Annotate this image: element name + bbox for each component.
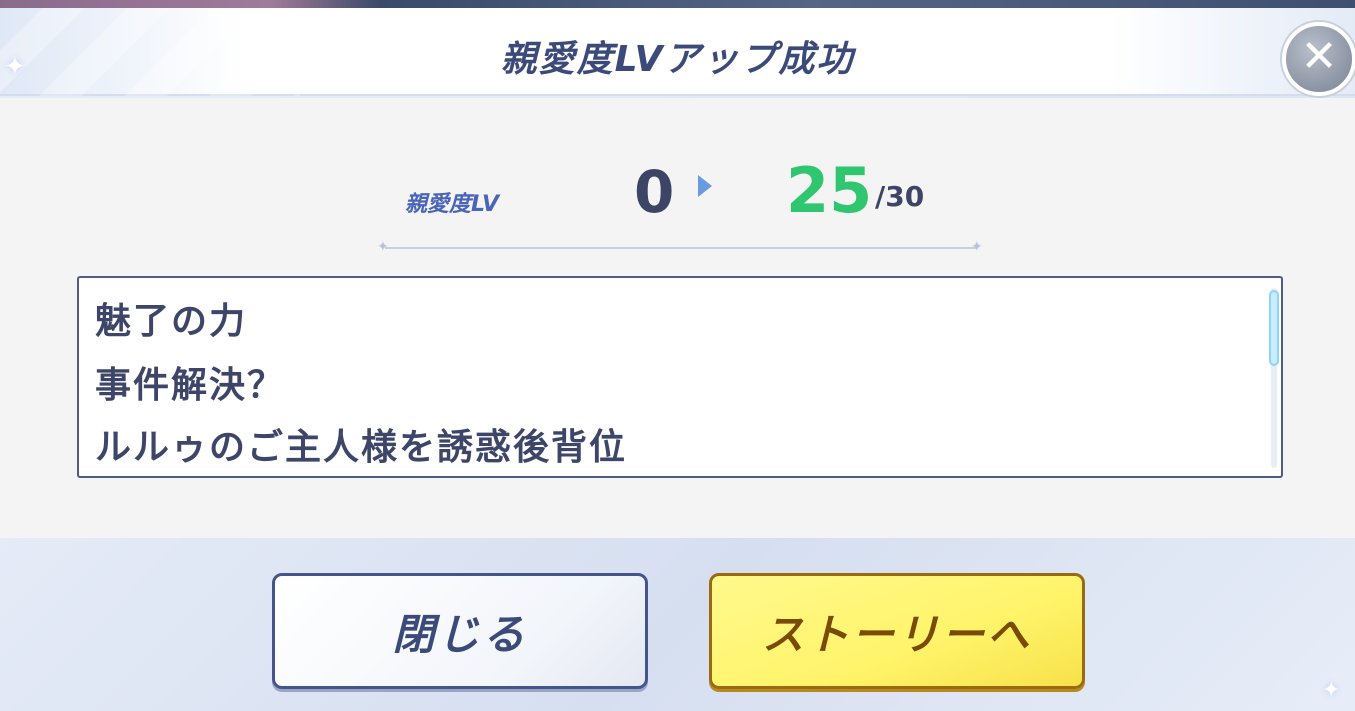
list-item: 魅了の力: [95, 301, 248, 342]
max-level: /30: [875, 180, 925, 213]
unlocked-story-list[interactable]: 魅了の力 事件解決？ ルルゥのご主人様を誘惑後背位: [77, 276, 1283, 478]
affinity-level-label: 親愛度LV: [405, 192, 500, 217]
list-item: ルルゥのご主人様を誘惑後背位: [95, 427, 628, 468]
dialog-title: 親愛度LVアップ成功: [500, 39, 855, 80]
sparkle-icon: ✦: [1322, 678, 1341, 703]
background-strip: [0, 0, 1355, 8]
new-level: 25: [786, 154, 873, 227]
list-item: 事件解決？: [95, 365, 286, 406]
arrow-right-icon: [698, 175, 712, 197]
divider-sparkle-icon: ✦: [377, 239, 389, 255]
dialog-footer: ✦: [0, 538, 1355, 711]
close-dialog-button[interactable]: 閉じる: [272, 573, 648, 689]
divider-sparkle-icon: ✦: [971, 239, 983, 255]
previous-level: 0: [634, 158, 675, 226]
go-to-story-button[interactable]: ストーリーへ: [709, 573, 1085, 689]
close-button[interactable]: ✕: [1282, 22, 1355, 96]
dialog-header: ✦ 親愛度LVアップ成功 ✕: [0, 8, 1355, 96]
scrollbar-thumb[interactable]: [1269, 290, 1279, 366]
divider: [385, 247, 977, 249]
close-icon: ✕: [1300, 31, 1338, 82]
